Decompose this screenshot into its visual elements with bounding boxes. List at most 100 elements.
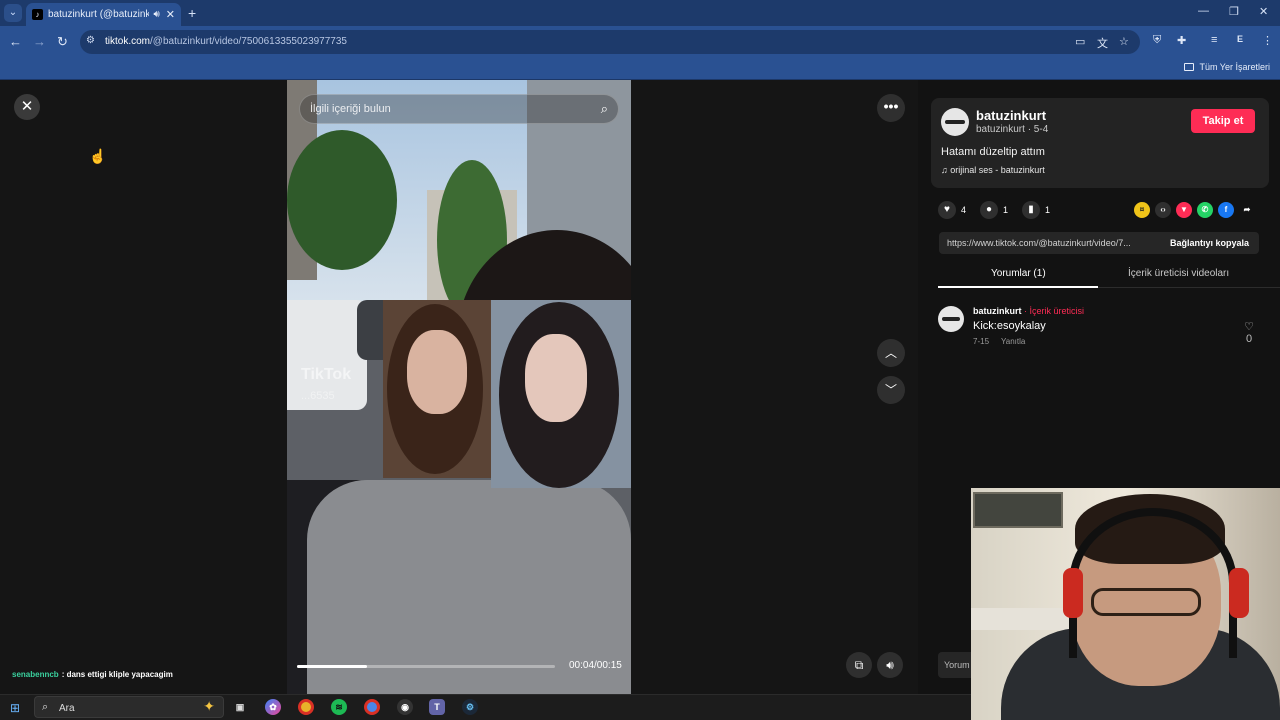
- tiktok-favicon-icon: ♪: [32, 9, 43, 20]
- save-button[interactable]: ▮ 1: [1022, 201, 1050, 219]
- chrome-active-icon[interactable]: [364, 699, 380, 715]
- comment-username[interactable]: batuzinkurt · İçerik üreticisi: [973, 306, 1084, 316]
- speaker-icon[interactable]: 🔊︎: [153, 9, 159, 20]
- comment-like-button[interactable]: ♡ 0: [1244, 320, 1254, 345]
- previous-video-chevron-up-icon[interactable]: ︿: [877, 339, 905, 367]
- related-search-input[interactable]: İlgili içeriği bulun ⌕: [299, 94, 619, 124]
- avatar[interactable]: [938, 306, 964, 332]
- tab-title: batuzinkurt (@batuzinkurt): [48, 9, 150, 20]
- extensions-puzzle-icon[interactable]: ✚: [1177, 34, 1186, 47]
- next-video-chevron-down-icon[interactable]: ﹀: [877, 376, 905, 404]
- comment-button[interactable]: ● 1: [980, 201, 1008, 219]
- copy-link-box: https://www.tiktok.com/@batuzinkurt/vide…: [939, 232, 1259, 254]
- follow-button[interactable]: Takip et: [1191, 109, 1255, 133]
- comment-bubble-icon: ●: [980, 201, 999, 219]
- tab-search-chevron-icon[interactable]: ⌄: [4, 4, 22, 22]
- tab-close-icon[interactable]: ✕: [166, 8, 175, 21]
- task-view-icon[interactable]: ▣: [232, 699, 248, 715]
- reply-button[interactable]: Yanıtla: [1001, 337, 1025, 346]
- tiktok-watermark: TikTok: [301, 366, 352, 383]
- search-highlight-icon: ✦: [203, 698, 215, 714]
- send-to-friends-icon[interactable]: ▼: [1176, 202, 1192, 218]
- facebook-icon[interactable]: f: [1218, 202, 1234, 218]
- site-info-icon[interactable]: ⚙: [86, 35, 95, 46]
- cast-icon[interactable]: ▭: [1075, 35, 1085, 48]
- webcam-overlay: [971, 488, 1280, 720]
- search-placeholder: İlgili içeriği bulun: [310, 103, 391, 115]
- creator-badge: · İçerik üreticisi: [1021, 306, 1085, 316]
- active-tab-underline: [938, 286, 1098, 288]
- back-arrow-icon[interactable]: ←: [9, 34, 22, 49]
- post-link: https://www.tiktok.com/@batuzinkurt/vide…: [947, 238, 1131, 248]
- watermark-id: ...6535: [301, 390, 335, 402]
- video-scene-tree: [287, 130, 397, 270]
- progress-fill: [297, 665, 367, 668]
- stream-chat-message: senabenncb: dans ettigi kliple yapacagim: [12, 670, 173, 679]
- bookmark-icon: ▮: [1022, 201, 1041, 219]
- post-actions: ♥ 4 ● 1 ▮ 1: [938, 200, 1064, 220]
- all-bookmarks-button[interactable]: Tüm Yer İşaretleri: [1184, 62, 1270, 72]
- plane-icon: [945, 120, 965, 124]
- minimize-icon[interactable]: —: [1198, 5, 1209, 17]
- comment-meta: 7-15 Yanıtla: [973, 337, 1026, 346]
- copy-link-button[interactable]: Bağlantıyı kopyala: [1170, 238, 1249, 248]
- search-icon[interactable]: ⌕: [601, 101, 608, 117]
- webcam-headset-earcup: [1229, 568, 1249, 618]
- more-options-icon[interactable]: •••: [877, 94, 905, 122]
- bookmark-star-icon[interactable]: ☆: [1119, 35, 1129, 48]
- forward-arrow-icon[interactable]: →: [33, 34, 46, 49]
- menu-kebab-icon[interactable]: ⋮: [1262, 34, 1273, 47]
- new-tab-plus-icon[interactable]: +: [188, 5, 196, 21]
- share-row: ¤ ‹› ▼ ✆ f ➦: [1134, 202, 1260, 218]
- taskbar-search-input[interactable]: ⌕ Ara ✦: [34, 696, 224, 718]
- tab-comments[interactable]: Yorumlar (1): [991, 268, 1046, 279]
- volume-icon[interactable]: 🔊︎: [877, 652, 903, 678]
- browser-tab[interactable]: ♪ batuzinkurt (@batuzinkurt) 🔊︎ ✕: [26, 3, 181, 26]
- coin-icon[interactable]: ¤: [1134, 202, 1150, 218]
- music-note-icon: ♫: [941, 165, 951, 175]
- floating-player-icon[interactable]: ⧉: [846, 652, 872, 678]
- windows-taskbar: ⊞ ⌕ Ara ✦ ▣ ✿ ≋ ◉ T ⚙: [0, 694, 971, 720]
- webcam-headset-earcup: [1063, 568, 1083, 618]
- whatsapp-icon[interactable]: ✆: [1197, 202, 1213, 218]
- translate-icon[interactable]: 文: [1097, 35, 1108, 51]
- window-close-icon[interactable]: ✕: [1259, 5, 1268, 18]
- chrome-icon[interactable]: [298, 699, 314, 715]
- obs-icon[interactable]: ◉: [397, 699, 413, 715]
- heart-icon: ♥: [938, 201, 956, 219]
- panel-tabs: Yorumlar (1) İçerik üreticisi videoları: [938, 264, 1280, 288]
- post-music[interactable]: ♫ orijinal ses - batuzinkurt: [941, 165, 1045, 175]
- restore-icon[interactable]: ❐: [1229, 5, 1239, 18]
- bookmarks-bar: Tüm Yer İşaretleri: [0, 58, 1280, 80]
- teams-icon[interactable]: T: [429, 699, 445, 715]
- spotify-icon[interactable]: ≋: [331, 699, 347, 715]
- like-button[interactable]: ♥ 4: [938, 201, 966, 219]
- headset-icon: [1069, 508, 1237, 658]
- media-control-icon[interactable]: ≡: [1211, 34, 1217, 46]
- comment-like-count: 0: [1246, 333, 1253, 345]
- shield-extension-icon[interactable]: ⛨: [1153, 34, 1161, 47]
- taskbar-search-placeholder: Ara: [59, 703, 75, 714]
- steam-icon[interactable]: ⚙: [462, 699, 478, 715]
- share-arrow-icon[interactable]: ➦: [1239, 202, 1255, 218]
- webcam-poster: [973, 492, 1063, 528]
- webcam-glasses: [1091, 588, 1201, 616]
- embed-code-icon[interactable]: ‹›: [1155, 202, 1171, 218]
- folder-icon: [1184, 63, 1195, 71]
- windows-start-icon[interactable]: ⊞: [10, 701, 20, 715]
- copilot-icon[interactable]: ✿: [265, 699, 281, 715]
- tab-creator-videos[interactable]: İçerik üreticisi videoları: [1128, 268, 1229, 279]
- video-player[interactable]: TikTok ...6535 İlgili içeriği bulun ⌕ 00…: [287, 80, 631, 694]
- post-subline: batuzinkurt · 5-4: [976, 124, 1049, 135]
- video-progress-bar[interactable]: [297, 665, 555, 668]
- address-bar[interactable]: ⚙ tiktok.com/@batuzinkurt/video/75006133…: [80, 30, 1140, 54]
- url-text: tiktok.com/@batuzinkurt/video/7500613355…: [105, 36, 347, 47]
- profile-avatar[interactable]: E: [1237, 34, 1243, 44]
- video-viewer: ✕ ☝ TikTok ...6535 İlgili içeriği bulun …: [0, 80, 918, 694]
- plane-icon: [942, 317, 960, 321]
- reload-icon[interactable]: ↻: [57, 34, 68, 50]
- close-icon[interactable]: ✕: [14, 94, 40, 120]
- post-description: Hatamı düzeltip attım: [941, 146, 1045, 158]
- post-username[interactable]: batuzinkurt: [976, 108, 1046, 123]
- avatar[interactable]: [941, 108, 969, 136]
